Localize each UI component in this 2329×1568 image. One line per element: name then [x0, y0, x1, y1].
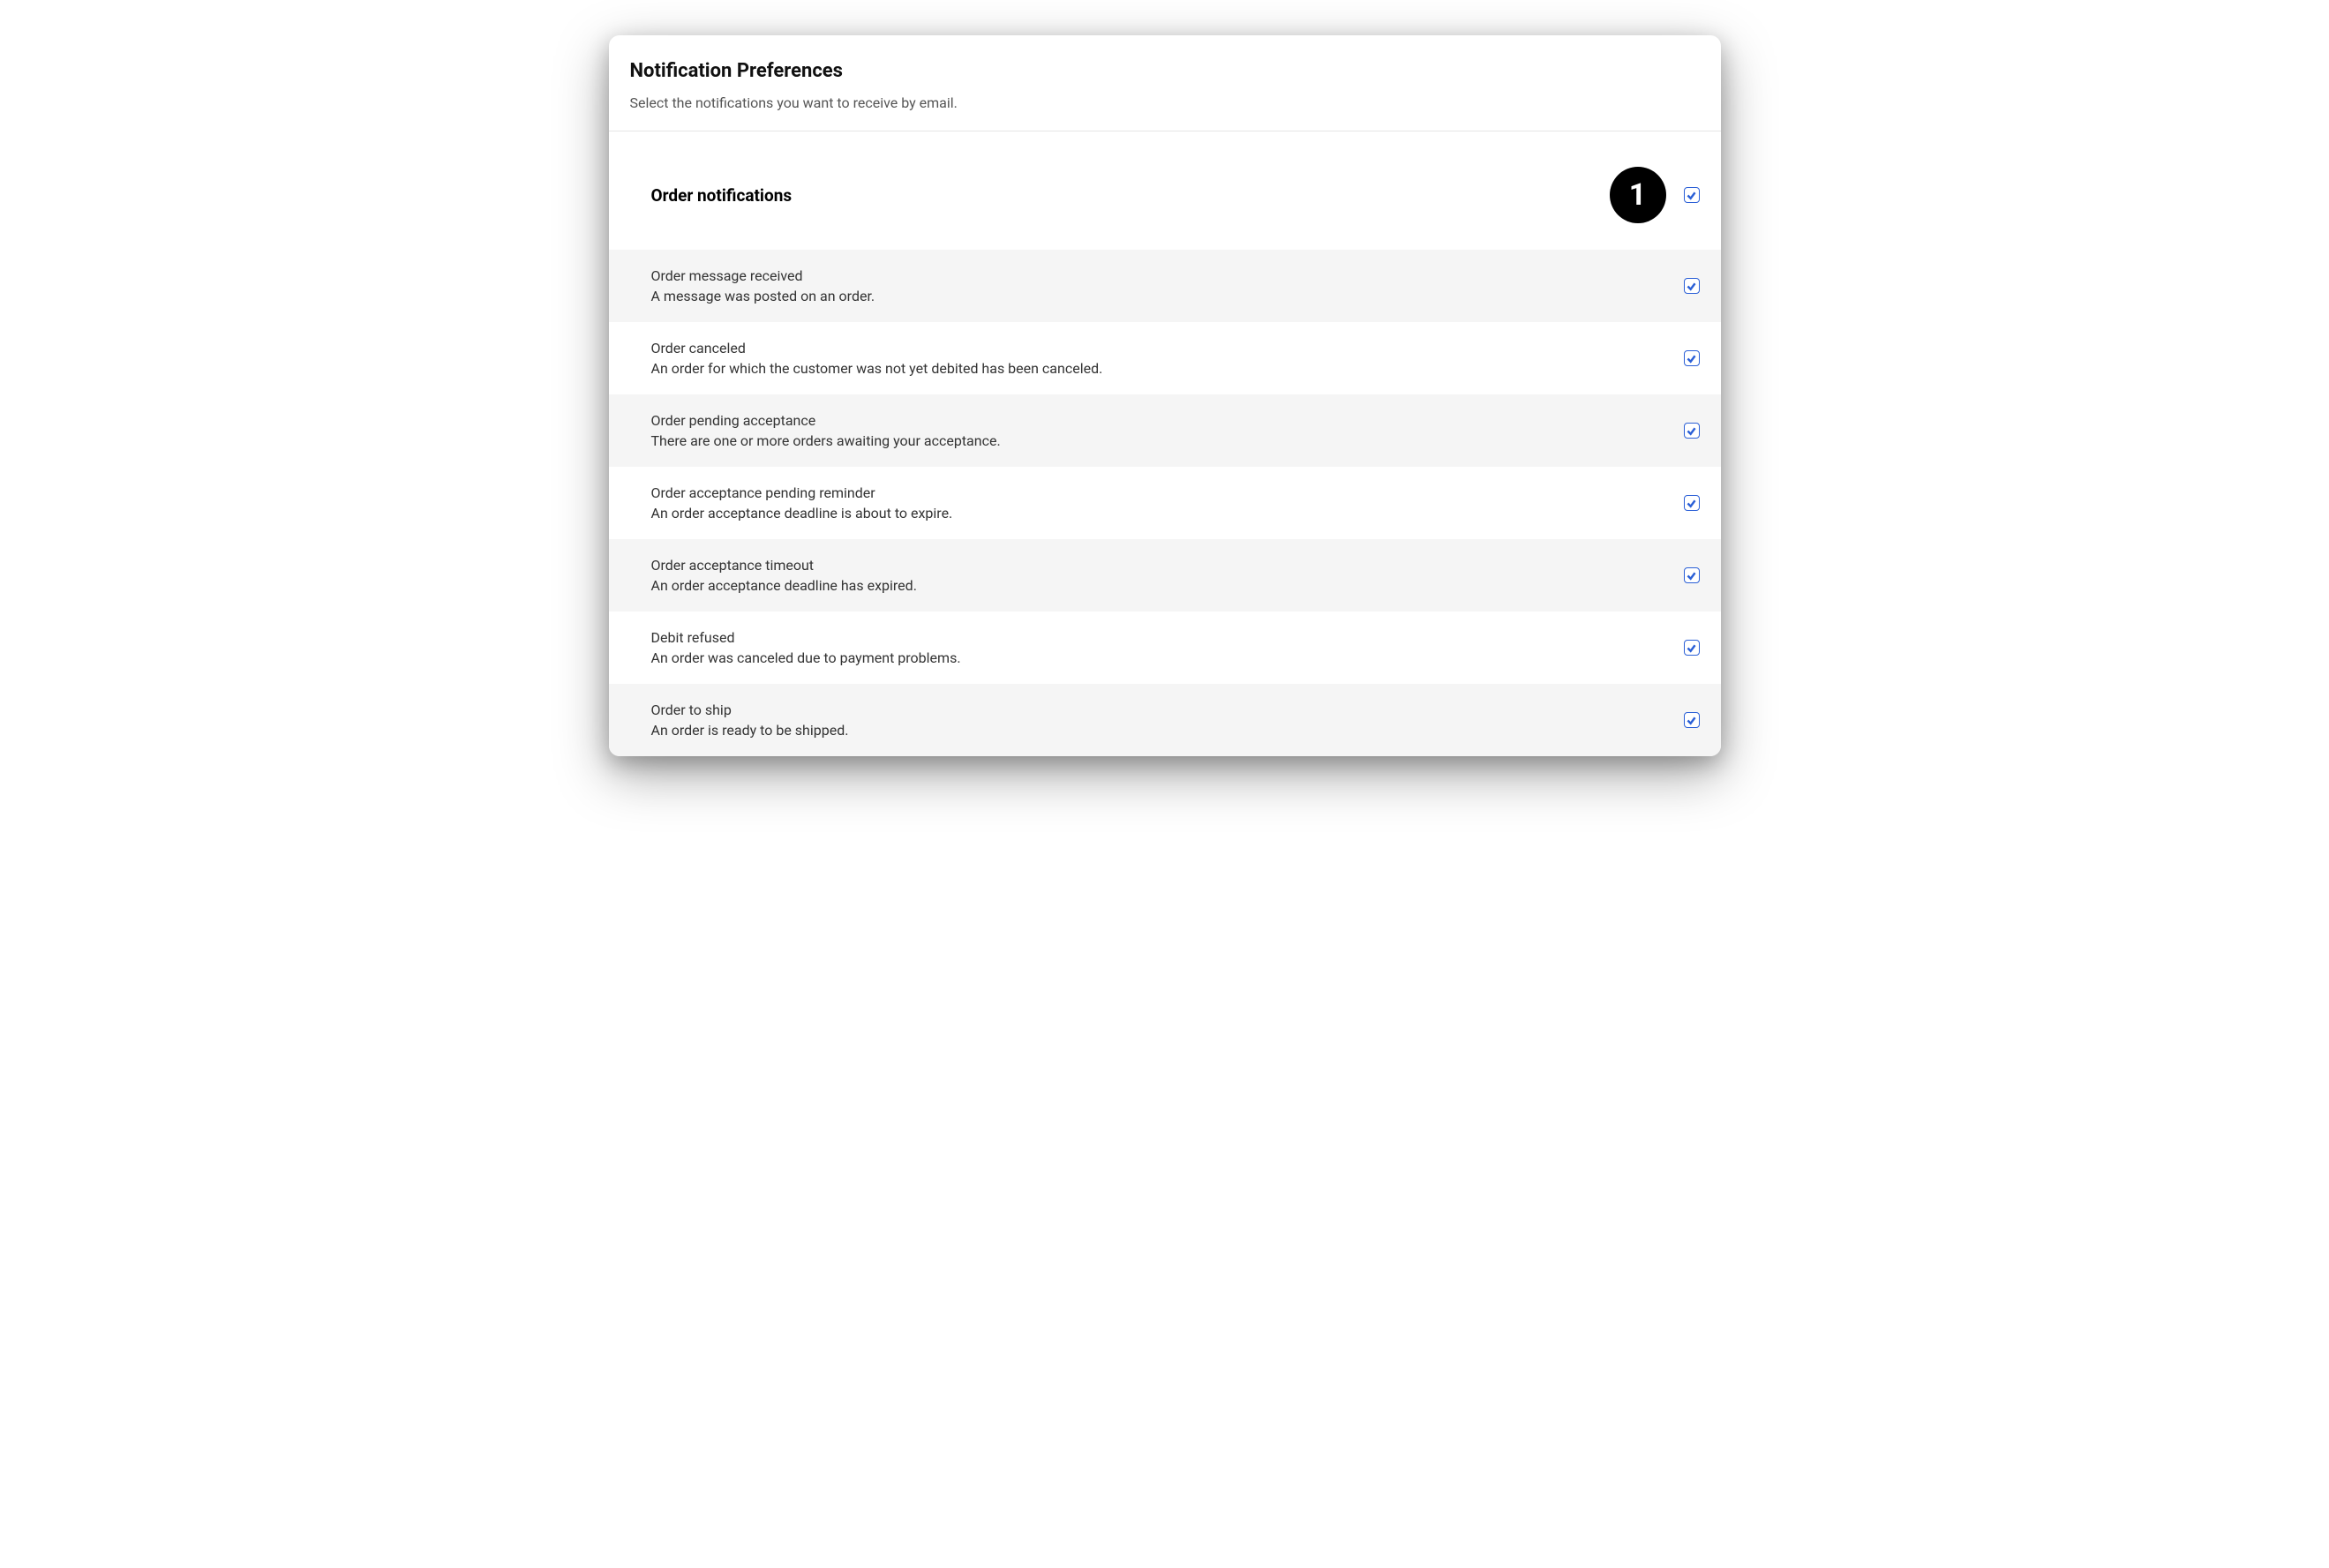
notification-row-text: Order pending acceptance There are one or…	[651, 412, 1684, 449]
section-header: Order notifications 1	[609, 131, 1721, 250]
notification-row: Order acceptance pending reminder An orde…	[609, 467, 1721, 539]
check-icon	[1686, 642, 1697, 654]
notification-row-desc: There are one or more orders awaiting yo…	[651, 432, 1684, 449]
notification-checkbox[interactable]	[1684, 712, 1700, 728]
notification-checkbox[interactable]	[1684, 350, 1700, 366]
notification-row-desc: An order was canceled due to payment pro…	[651, 649, 1684, 666]
notification-row: Order canceled An order for which the cus…	[609, 322, 1721, 394]
notification-checkbox[interactable]	[1684, 640, 1700, 656]
check-icon	[1686, 570, 1697, 581]
notification-row-text: Order canceled An order for which the cus…	[651, 340, 1684, 377]
notification-row-title: Debit refused	[651, 629, 1684, 646]
notification-row-text: Order acceptance timeout An order accepta…	[651, 557, 1684, 594]
notification-row-desc: A message was posted on an order.	[651, 288, 1684, 304]
notification-checkbox[interactable]	[1684, 278, 1700, 294]
notification-checkbox[interactable]	[1684, 423, 1700, 439]
notification-row-desc: An order acceptance deadline has expired…	[651, 577, 1684, 594]
notification-row-title: Order message received	[651, 267, 1684, 284]
notification-row-desc: An order for which the customer was not …	[651, 360, 1684, 377]
notification-row-text: Order to ship An order is ready to be shi…	[651, 701, 1684, 739]
notification-row-text: Order message received A message was post…	[651, 267, 1684, 304]
notification-row-title: Order canceled	[651, 340, 1684, 356]
notification-preferences-panel: Notification Preferences Select the noti…	[609, 35, 1721, 756]
section-header-right: 1	[1610, 167, 1700, 223]
notification-row-text: Order acceptance pending reminder An orde…	[651, 484, 1684, 521]
notification-row: Order acceptance timeout An order accepta…	[609, 539, 1721, 611]
notification-checkbox[interactable]	[1684, 567, 1700, 583]
check-icon	[1686, 425, 1697, 437]
notification-row: Order to ship An order is ready to be shi…	[609, 684, 1721, 756]
panel-header: Notification Preferences Select the noti…	[609, 35, 1721, 131]
notification-row-title: Order to ship	[651, 701, 1684, 718]
check-icon	[1686, 715, 1697, 726]
notification-row-title: Order acceptance pending reminder	[651, 484, 1684, 501]
check-icon	[1686, 353, 1697, 364]
section-master-checkbox[interactable]	[1684, 187, 1700, 203]
check-icon	[1686, 498, 1697, 509]
check-icon	[1686, 281, 1697, 292]
notification-checkbox[interactable]	[1684, 495, 1700, 511]
page-subtitle: Select the notifications you want to rec…	[630, 94, 1700, 111]
notification-row-desc: An order is ready to be shipped.	[651, 722, 1684, 739]
notification-row-title: Order pending acceptance	[651, 412, 1684, 429]
callout-badge-1: 1	[1610, 167, 1666, 223]
notification-row: Debit refused An order was canceled due t…	[609, 611, 1721, 684]
notification-row: Order message received A message was post…	[609, 250, 1721, 322]
section-title: Order notifications	[651, 185, 793, 206]
notification-row: Order pending acceptance There are one or…	[609, 394, 1721, 467]
check-icon	[1686, 190, 1697, 201]
page-title: Notification Preferences	[630, 60, 1700, 82]
notification-row-text: Debit refused An order was canceled due t…	[651, 629, 1684, 666]
notification-row-title: Order acceptance timeout	[651, 557, 1684, 574]
notification-row-desc: An order acceptance deadline is about to…	[651, 505, 1684, 521]
